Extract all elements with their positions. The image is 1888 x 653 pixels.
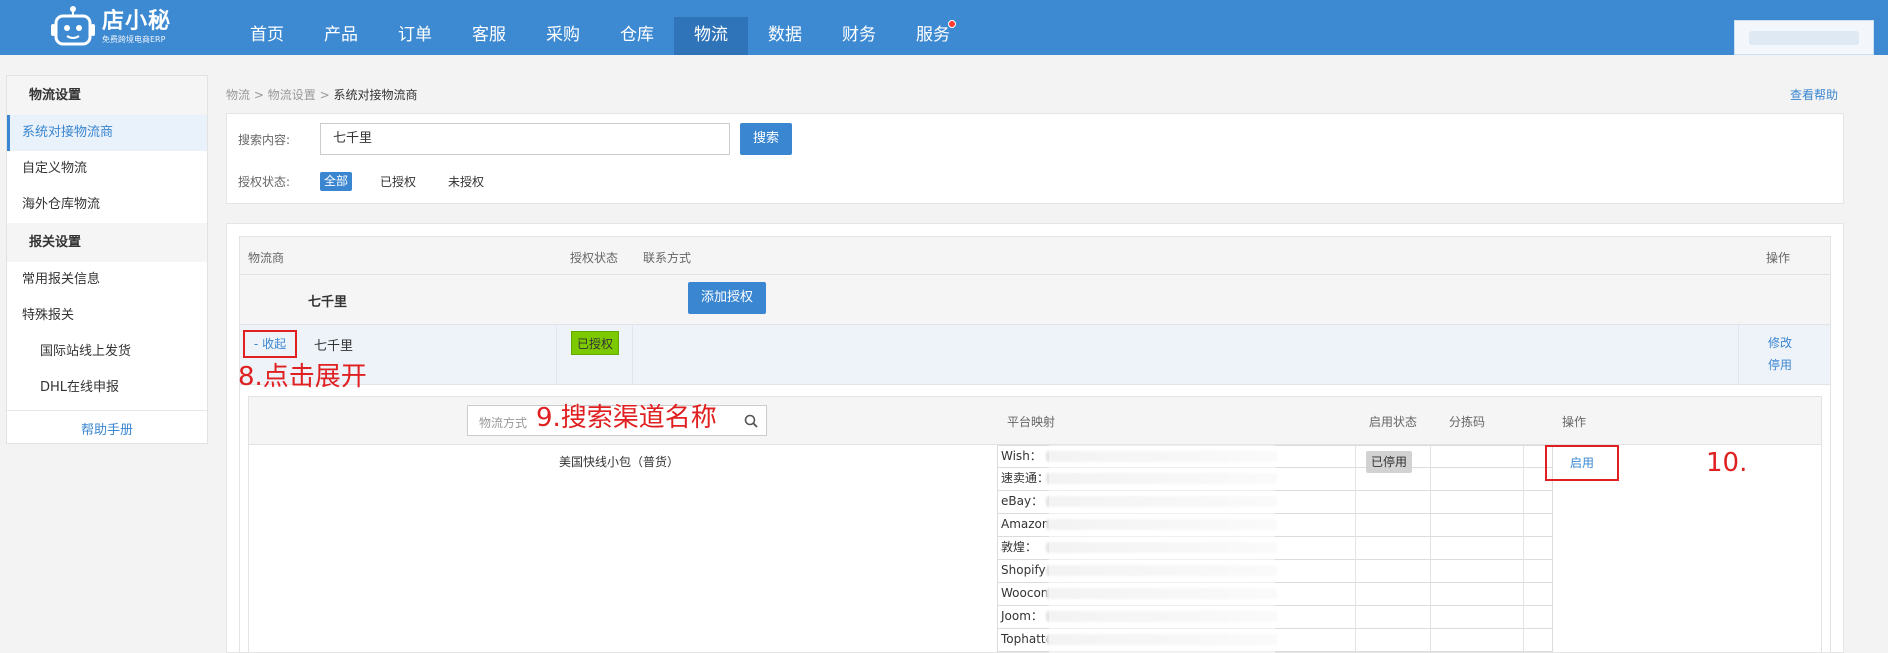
auth-status-label: 授权状态: [238, 175, 291, 189]
mapping-platform-label: Amazon [1001, 517, 1050, 531]
nav-home[interactable]: 首页 [230, 17, 304, 55]
sidebar-item-intl-online-shipping[interactable]: 国际站线上发货 [7, 334, 207, 370]
header-ops: 操作 [1766, 251, 1791, 265]
search-button[interactable]: 搜索 [740, 123, 792, 155]
notification-dot [948, 20, 956, 28]
nav-orders[interactable]: 订单 [378, 17, 452, 55]
mapping-platform-label: Wish： [1001, 449, 1042, 463]
sidebar-item-overseas-warehouse[interactable]: 海外仓库物流 [7, 187, 207, 223]
main-nav: 首页 产品 订单 客服 采购 仓库 物流 数据 财务 服务 [230, 17, 970, 55]
logo-subtitle: 免费跨境电商ERP [102, 35, 166, 44]
edit-link[interactable]: 修改 [1768, 334, 1792, 351]
carrier-table: 物流商 授权状态 联系方式 操作 七千里 添加授权 - 收起 七千里 已授权 修… [239, 236, 1831, 653]
search-panel: 搜索内容: 七千里 搜索 授权状态: 全部 已授权 未授权 [226, 113, 1844, 204]
carrier-table-panel: 物流商 授权状态 联系方式 操作 七千里 添加授权 - 收起 七千里 已授权 修… [226, 223, 1844, 653]
sidebar: 物流设置 系统对接物流商 自定义物流 海外仓库物流 报关设置 常用报关信息 特殊… [6, 75, 208, 444]
nav-purchasing[interactable]: 采购 [526, 17, 600, 55]
user-account-box[interactable] [1734, 20, 1874, 55]
sidebar-item-custom-logistics[interactable]: 自定义物流 [7, 151, 207, 187]
auth-filter-all[interactable]: 全部 [320, 172, 353, 191]
column-divider [1430, 445, 1431, 653]
header-auth-status: 授权状态 [570, 251, 619, 265]
mapping-platform-label: Shopify [1001, 563, 1046, 577]
nav-products[interactable]: 产品 [304, 17, 378, 55]
nav-services[interactable]: 服务 [896, 17, 970, 55]
breadcrumb-separator: > [253, 88, 264, 102]
mapping-platform-label: Woocon [1001, 586, 1049, 600]
table-header: 物流商 授权状态 联系方式 操作 [240, 237, 1830, 275]
sidebar-item-dhl-declaration[interactable]: DHL在线申报 [7, 370, 207, 406]
blurred-username [1749, 31, 1859, 45]
carrier-group-row: 七千里 添加授权 [240, 275, 1830, 325]
breadcrumb: 物流 > 物流设置 > 系统对接物流商 [226, 86, 417, 103]
mapping-platform-label: 敦煌： [1001, 540, 1038, 554]
channel-table: 物流方式 平台映射 启用状态 分拣码 操作 美国快线小包（普货） Wish： 速… [248, 396, 1822, 653]
mapping-platform-label: 速卖通： [1001, 471, 1050, 485]
nav-data[interactable]: 数据 [748, 17, 822, 55]
breadcrumb-logistics-settings[interactable]: 物流设置 [268, 88, 316, 102]
header-provider: 物流商 [248, 251, 285, 265]
header-sort-code: 分拣码 [1449, 415, 1486, 429]
breadcrumb-current: 系统对接物流商 [333, 88, 418, 102]
search-input[interactable]: 七千里 [320, 123, 730, 155]
enable-button[interactable]: 启用 [1545, 445, 1619, 481]
channel-table-header: 物流方式 平台映射 启用状态 分拣码 操作 [249, 397, 1821, 445]
header-enable-status: 启用状态 [1369, 415, 1418, 429]
channel-name: 美国快线小包（普货） [559, 455, 680, 469]
mapping-platform-label: Joom： [1001, 609, 1043, 623]
nav-warehouse[interactable]: 仓库 [600, 17, 674, 55]
carrier-account-name: 七千里 [314, 339, 354, 354]
logo-name: 店小秘 [102, 9, 172, 34]
annotation-step10: 10. [1706, 448, 1748, 478]
nav-services-label: 服务 [916, 25, 950, 45]
column-divider [632, 325, 633, 385]
logo[interactable]: 店小秘 免费跨境电商ERP [50, 4, 171, 50]
collapse-button[interactable]: - 收起 [243, 330, 297, 358]
channel-search-placeholder: 物流方式 [479, 416, 528, 430]
sidebar-item-common-customs[interactable]: 常用报关信息 [7, 262, 207, 298]
search-label: 搜索内容: [238, 133, 291, 147]
disabled-status-badge: 已停用 [1366, 451, 1413, 473]
view-help-link[interactable]: 查看帮助 [1790, 86, 1838, 103]
carrier-group-name: 七千里 [308, 295, 348, 310]
header-platform-mapping: 平台映射 [1007, 415, 1056, 429]
sidebar-group-logistics-settings: 物流设置 [7, 76, 207, 115]
column-divider [556, 325, 557, 385]
nav-logistics[interactable]: 物流 [674, 17, 748, 55]
sidebar-group-customs-settings: 报关设置 [7, 223, 207, 262]
nav-finance[interactable]: 财务 [822, 17, 896, 55]
robot-logo-icon [51, 6, 95, 46]
top-navbar: 店小秘 免费跨境电商ERP 首页 产品 订单 客服 采购 仓库 物流 数据 财务… [0, 0, 1888, 55]
carrier-account-row: - 收起 七千里 已授权 修改 停用 [240, 325, 1830, 385]
authorized-badge: 已授权 [571, 331, 620, 355]
column-divider [1738, 325, 1739, 385]
add-authorization-button[interactable]: 添加授权 [688, 282, 766, 314]
header-contact: 联系方式 [643, 251, 692, 265]
sidebar-item-system-carriers[interactable]: 系统对接物流商 [7, 115, 207, 151]
header-channel-ops: 操作 [1562, 415, 1587, 429]
auth-filter-unauthorized[interactable]: 未授权 [448, 173, 484, 190]
disable-link[interactable]: 停用 [1768, 356, 1792, 373]
breadcrumb-logistics[interactable]: 物流 [226, 88, 250, 102]
mapping-platform-label: eBay： [1001, 494, 1044, 508]
platform-mapping-list: Wish： 速卖通： eBay： Amazon 敦煌： Shopify Wooc… [997, 445, 1553, 653]
help-manual-link[interactable]: 帮助手册 [7, 410, 207, 450]
column-divider [1523, 445, 1524, 653]
column-divider [1355, 445, 1356, 653]
nav-customer-service[interactable]: 客服 [452, 17, 526, 55]
search-icon[interactable] [744, 414, 758, 428]
annotation-step9: 9.搜索渠道名称 [536, 403, 717, 433]
channel-row: 美国快线小包（普货） Wish： 速卖通： eBay： Amazon 敦煌： S… [249, 445, 1821, 653]
blur-overlay [1049, 445, 1275, 653]
sidebar-item-special-customs[interactable]: 特殊报关 [7, 298, 207, 334]
auth-filter-authorized[interactable]: 已授权 [380, 173, 416, 190]
breadcrumb-separator: > [319, 88, 330, 102]
annotation-step8: 8.点击展开 [238, 362, 367, 392]
